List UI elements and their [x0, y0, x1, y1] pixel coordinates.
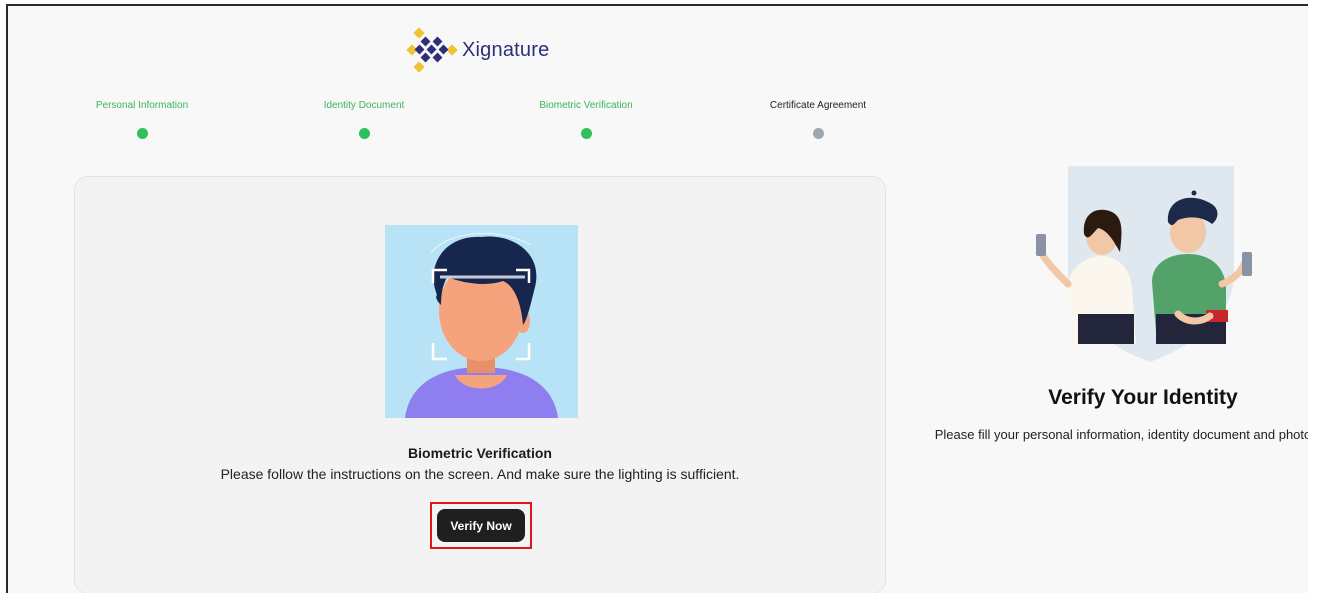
- step-personal-information: Personal Information: [62, 100, 222, 139]
- step-label: Personal Information: [95, 100, 189, 111]
- verify-now-button[interactable]: Verify Now: [437, 509, 525, 542]
- step-complete-dot: [580, 128, 592, 139]
- step-identity-document: Identity Document: [284, 100, 444, 139]
- step-complete-dot: [358, 128, 370, 139]
- page-frame: Xignature Personal Information Identity …: [6, 4, 1308, 593]
- biometric-card: Biometric Verification Please follow the…: [74, 176, 886, 593]
- step-biometric-verification: Biometric Verification: [506, 100, 666, 139]
- card-title: Biometric Verification: [408, 445, 552, 461]
- step-complete-dot: [136, 128, 148, 139]
- xignature-logo-icon: [406, 28, 458, 72]
- brand-name: Xignature: [462, 38, 550, 61]
- card-description: Please follow the instructions on the sc…: [220, 466, 740, 482]
- step-label: Biometric Verification: [539, 100, 633, 111]
- identity-verification-illustration-icon: [1036, 166, 1252, 362]
- verify-button-highlight: Verify Now: [430, 502, 532, 549]
- step-label: Identity Document: [323, 100, 405, 111]
- face-scan-illustration-icon: [385, 225, 578, 418]
- step-label: Certificate Agreement: [769, 100, 867, 111]
- brand-logo: Xignature: [404, 28, 549, 72]
- side-title: Verify Your Identity: [1048, 386, 1238, 409]
- step-pending-dot: [812, 128, 824, 139]
- step-certificate-agreement: Certificate Agreement: [738, 100, 898, 139]
- side-description: Please fill your personal information, i…: [934, 427, 1308, 442]
